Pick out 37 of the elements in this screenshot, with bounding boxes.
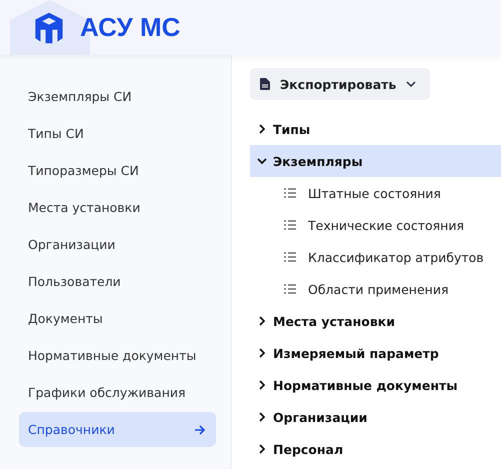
tree-node[interactable]: Нормативные документы <box>241 369 501 401</box>
list-icon <box>284 188 296 198</box>
list-icon <box>284 284 296 294</box>
sidebar-item[interactable]: Нормативные документы <box>19 338 216 373</box>
list-icon <box>284 220 296 230</box>
sidebar-item[interactable]: Пользователи <box>19 264 216 299</box>
sidebar-item[interactable]: Экземпляры СИ <box>19 79 216 114</box>
list-icon <box>284 252 296 262</box>
export-button[interactable]: Экспортировать <box>250 68 430 100</box>
chevron-icon <box>257 444 267 454</box>
tree-node[interactable]: Экземпляры <box>250 145 501 177</box>
tree-node[interactable]: Персонал <box>241 433 501 465</box>
chevron-icon <box>257 348 267 358</box>
sidebar-item[interactable]: Графики обслуживания <box>19 375 216 410</box>
tree-node[interactable]: Измеряемый параметр <box>241 337 501 369</box>
chevron-icon <box>257 316 267 326</box>
chevron-icon <box>257 412 267 422</box>
tree-node[interactable]: Организации <box>241 401 501 433</box>
tree-leaf[interactable]: Классификатор атрибутов <box>241 241 501 273</box>
tree-leaf[interactable]: Штатные состояния <box>241 177 501 209</box>
chevron-icon <box>257 124 267 134</box>
sidebar-item[interactable]: Документы <box>19 301 216 336</box>
arrow-right-icon <box>194 424 206 436</box>
chevron-icon <box>257 380 267 390</box>
tree-node[interactable]: Места установки <box>241 305 501 337</box>
sidebar-item[interactable]: Типы СИ <box>19 116 216 151</box>
app-title: АСУ МС <box>80 12 180 43</box>
chevron-icon <box>257 156 267 166</box>
sidebar-item[interactable]: Организации <box>19 227 216 262</box>
document-icon <box>260 78 270 90</box>
tree-leaf[interactable]: Области применения <box>241 273 501 305</box>
tree-leaf[interactable]: Технические состояния <box>241 209 501 241</box>
sidebar-item[interactable]: Справочники <box>19 412 216 447</box>
caret-icon <box>406 81 416 87</box>
tree-node[interactable]: Типы <box>241 113 501 145</box>
sidebar-item[interactable]: Места установки <box>19 190 216 225</box>
sidebar-item[interactable]: Типоразмеры СИ <box>19 153 216 188</box>
